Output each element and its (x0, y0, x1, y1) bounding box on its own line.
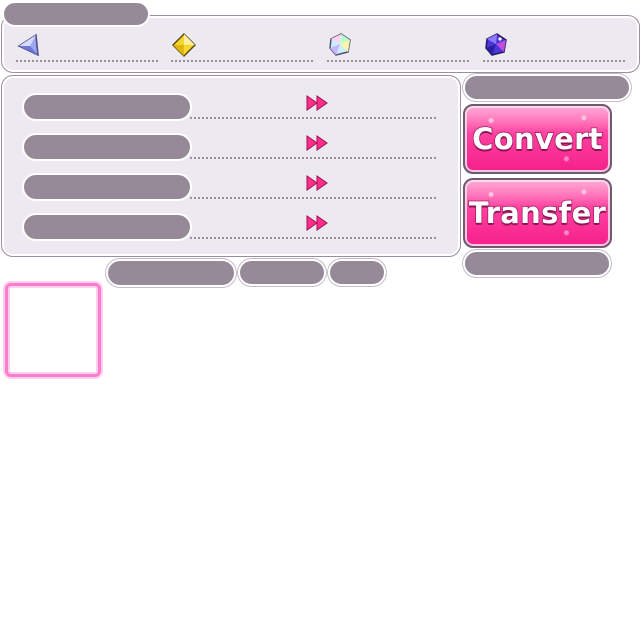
convert-button-label: Convert (471, 121, 603, 157)
right-footer-pill (463, 250, 611, 277)
triangle-crystal-icon (17, 33, 39, 57)
conversion-list-panel (1, 75, 461, 257)
conversion-row[interactable] (22, 93, 436, 121)
row-label-pill (22, 93, 192, 121)
transfer-button-label: Transfer (468, 195, 607, 231)
conversion-row[interactable] (22, 173, 436, 201)
gem-crystal-icon (485, 33, 507, 56)
prism-crystal-icon (329, 33, 351, 56)
conversion-row[interactable] (22, 133, 436, 161)
double-arrow-right-icon (306, 175, 328, 191)
tab-pill-3[interactable] (328, 259, 386, 286)
dotted-divider (190, 157, 436, 159)
diamond-crystal-icon (171, 32, 197, 58)
tab-pill-2[interactable] (238, 259, 326, 286)
currency-header-tab (2, 1, 150, 27)
double-arrow-right-icon (306, 215, 328, 231)
tab-pill-1[interactable] (106, 259, 236, 287)
transfer-button[interactable]: Transfer (463, 178, 612, 248)
dotted-divider (190, 237, 436, 239)
dotted-divider (16, 60, 158, 62)
dotted-divider (483, 60, 625, 62)
currency-slot-purple (483, 32, 625, 62)
item-select-slot[interactable] (5, 283, 101, 377)
dotted-divider (171, 60, 313, 62)
right-header-pill (463, 74, 631, 101)
double-arrow-right-icon (306, 135, 328, 151)
conversion-row[interactable] (22, 213, 436, 241)
double-arrow-right-icon (306, 95, 328, 111)
currency-slot-blue (16, 32, 158, 62)
row-label-pill (22, 173, 192, 201)
row-label-pill (22, 213, 192, 241)
dotted-divider (190, 117, 436, 119)
convert-button[interactable]: Convert (463, 104, 612, 174)
currency-slot-gold (171, 32, 313, 62)
dotted-divider (327, 60, 469, 62)
currency-slot-rainbow (327, 32, 469, 62)
row-label-pill (22, 133, 192, 161)
dotted-divider (190, 197, 436, 199)
